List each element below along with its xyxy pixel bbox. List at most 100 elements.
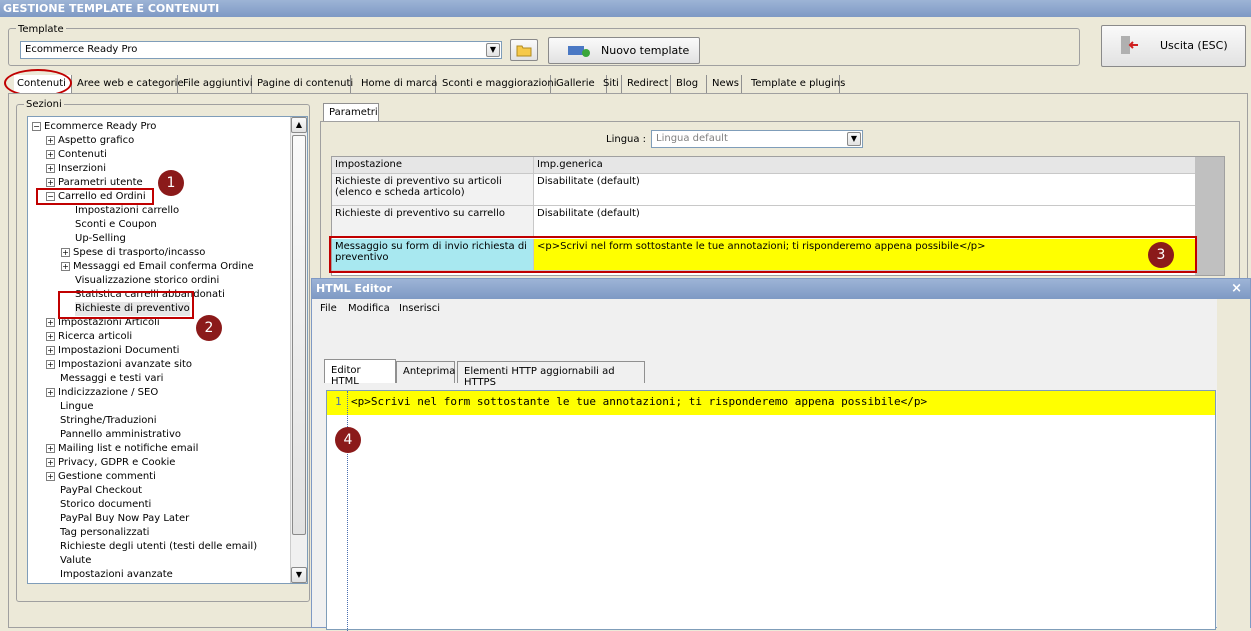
template-select[interactable]: Ecommerce Ready Pro ▼ bbox=[20, 41, 502, 59]
expand-icon: + bbox=[46, 135, 55, 145]
tree-item[interactable]: Lingue bbox=[60, 400, 94, 414]
expand-icon: + bbox=[46, 331, 55, 341]
tree-item[interactable]: + Messaggi ed Email conferma Ordine bbox=[61, 260, 254, 274]
chevron-down-icon[interactable]: ▼ bbox=[486, 43, 500, 57]
scroll-down-icon[interactable]: ▼ bbox=[291, 567, 307, 583]
menu-modifica[interactable]: Modifica bbox=[348, 303, 390, 314]
scroll-up-icon[interactable]: ▲ bbox=[291, 117, 307, 133]
exit-icon bbox=[1121, 36, 1138, 54]
lang-select[interactable]: Lingua default ▼ bbox=[651, 130, 863, 148]
tree-item[interactable]: − Ecommerce Ready Pro bbox=[32, 120, 156, 134]
tree-item[interactable]: Visualizzazione storico ordini bbox=[75, 274, 219, 288]
tree-item[interactable]: + Inserzioni bbox=[46, 162, 106, 176]
annotation-box bbox=[329, 236, 1197, 273]
tree-item[interactable]: Valute bbox=[60, 554, 91, 568]
editor-side bbox=[1217, 299, 1250, 629]
code-editor[interactable]: 1 <p>Scrivi nel form sottostante le tue … bbox=[326, 390, 1216, 631]
tree-item[interactable]: + Aspetto grafico bbox=[46, 134, 134, 148]
expand-icon: + bbox=[46, 457, 55, 467]
menu-file[interactable]: File bbox=[320, 303, 337, 314]
tab-pagine-contenuti[interactable]: Pagine di contenuti bbox=[254, 75, 353, 93]
expand-icon: + bbox=[46, 443, 55, 453]
tree-item[interactable]: Tag personalizzati bbox=[60, 526, 149, 540]
tree-item[interactable]: + Impostazioni avanzate sito bbox=[46, 358, 192, 372]
main-tabs: Contenuti Aree web e categorie File aggi… bbox=[14, 75, 845, 93]
html-editor-window: HTML Editor × File Modifica Inserisci Ed… bbox=[311, 278, 1251, 631]
grid-value[interactable]: Disabilitate (default) bbox=[534, 206, 1196, 237]
new-template-button[interactable]: Nuovo template bbox=[548, 37, 700, 64]
grid-key: Richieste di preventivo su articoli (ele… bbox=[332, 174, 534, 206]
annotation-box bbox=[58, 291, 194, 319]
tree-item[interactable]: Up-Selling bbox=[75, 232, 126, 246]
tree-item[interactable]: + Impostazioni Documenti bbox=[46, 344, 179, 358]
sections-scrollbar[interactable]: ▲ ▼ bbox=[290, 117, 307, 583]
expand-icon: + bbox=[46, 317, 55, 327]
expand-icon: + bbox=[46, 359, 55, 369]
collapse-icon: − bbox=[32, 121, 41, 131]
tab-parametri[interactable]: Parametri bbox=[323, 103, 379, 122]
expand-icon: + bbox=[46, 387, 55, 397]
tab-file-aggiuntivi[interactable]: File aggiuntivi bbox=[180, 75, 253, 93]
tree-item[interactable]: + Indicizzazione / SEO bbox=[46, 386, 158, 400]
tree-item[interactable]: + Spese di trasporto/incasso bbox=[61, 246, 205, 260]
exit-button[interactable]: Uscita (ESC) bbox=[1101, 25, 1246, 67]
tree-item[interactable]: Sconti e Coupon bbox=[75, 218, 157, 232]
marker-3: 3 bbox=[1148, 242, 1174, 268]
tree-item[interactable]: + Mailing list e notifiche email bbox=[46, 442, 198, 456]
grid-key: Richieste di preventivo su carrello bbox=[332, 206, 534, 237]
tab-template-plugins[interactable]: Template e plugins bbox=[748, 75, 845, 93]
expand-icon: + bbox=[61, 247, 70, 257]
tree-item[interactable]: + Contenuti bbox=[46, 148, 107, 162]
expand-icon: + bbox=[46, 471, 55, 481]
tree-item[interactable]: PayPal Checkout bbox=[60, 484, 142, 498]
sections-label: Sezioni bbox=[24, 99, 64, 110]
tab-aree-web[interactable]: Aree web e categorie bbox=[74, 75, 184, 93]
open-folder-button[interactable] bbox=[510, 39, 538, 61]
grid-header: Imp.generica bbox=[534, 157, 1196, 174]
tree-item[interactable]: + Privacy, GDPR e Cookie bbox=[46, 456, 175, 470]
expand-icon: + bbox=[46, 177, 55, 187]
window-title: GESTIONE TEMPLATE E CONTENUTI bbox=[0, 0, 1251, 17]
tab-news[interactable]: News bbox=[709, 75, 742, 93]
marker-1: 1 bbox=[158, 170, 184, 196]
code-line[interactable]: <p>Scrivi nel form sottostante le tue an… bbox=[351, 395, 927, 408]
tab-sconti[interactable]: Sconti e maggiorazioni bbox=[439, 75, 556, 93]
tree-item[interactable]: + Ricerca articoli bbox=[46, 330, 132, 344]
tab-home-marca[interactable]: Home di marca bbox=[358, 75, 437, 93]
marker-4: 4 bbox=[335, 427, 361, 453]
editor-title: HTML Editor bbox=[312, 279, 1250, 299]
grid-value[interactable]: Disabilitate (default) bbox=[534, 174, 1196, 206]
tree-item[interactable]: Stringhe/Traduzioni bbox=[60, 414, 157, 428]
tree-item[interactable]: Richieste degli utenti (testi delle emai… bbox=[60, 540, 257, 554]
tab-gallerie[interactable]: Gallerie bbox=[553, 75, 607, 93]
tree-item[interactable]: PayPal Buy Now Pay Later bbox=[60, 512, 189, 526]
tree-item[interactable]: + Gestione commenti bbox=[46, 470, 156, 484]
tree-item[interactable]: Pannello amministrativo bbox=[60, 428, 181, 442]
template-select-value: Ecommerce Ready Pro bbox=[25, 44, 138, 55]
lang-label: Lingua : bbox=[606, 134, 647, 145]
annotation-box bbox=[36, 188, 154, 205]
template-label: Template bbox=[16, 24, 66, 35]
menu-inserisci[interactable]: Inserisci bbox=[399, 303, 440, 314]
tree-item[interactable]: Storico documenti bbox=[60, 498, 151, 512]
expand-icon: + bbox=[46, 163, 55, 173]
tab-http-https[interactable]: Elementi HTTP aggiornabili ad HTTPS bbox=[457, 361, 645, 388]
tab-blog[interactable]: Blog bbox=[673, 75, 707, 93]
close-icon[interactable]: × bbox=[1231, 281, 1242, 296]
expand-icon: + bbox=[46, 345, 55, 355]
tree-item[interactable]: Messaggi e testi vari bbox=[60, 372, 163, 386]
tree-item[interactable]: Impostazioni carrello bbox=[75, 204, 179, 218]
tab-redirect[interactable]: Redirect bbox=[624, 75, 671, 93]
expand-icon: + bbox=[61, 261, 70, 271]
folder-icon bbox=[516, 45, 532, 57]
tab-anteprima[interactable]: Anteprima bbox=[396, 361, 455, 383]
scroll-thumb[interactable] bbox=[292, 135, 306, 535]
line-number: 1 bbox=[335, 395, 342, 408]
tree-item[interactable]: Impostazioni avanzate bbox=[60, 568, 173, 582]
tab-editor-html[interactable]: Editor HTML bbox=[324, 359, 396, 387]
expand-icon: + bbox=[46, 149, 55, 159]
chevron-down-icon[interactable]: ▼ bbox=[847, 132, 861, 146]
add-template-icon bbox=[568, 46, 590, 57]
tab-siti[interactable]: Siti bbox=[600, 75, 622, 93]
grid-scrollbar[interactable] bbox=[1195, 157, 1224, 275]
